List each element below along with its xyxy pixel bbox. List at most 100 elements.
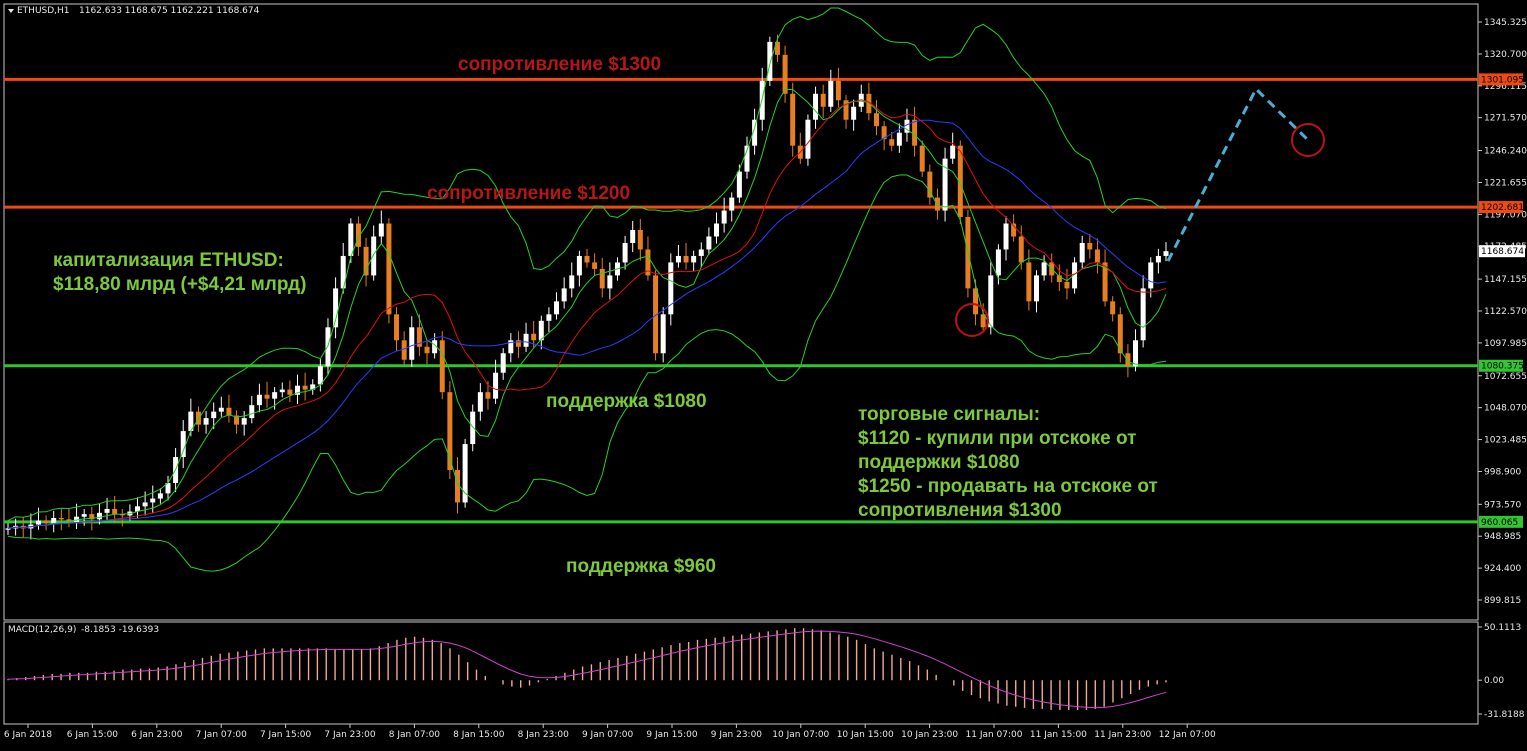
candle-body (226, 407, 232, 416)
y-tick-label: 998.900 (1484, 467, 1521, 477)
candle-body (43, 520, 49, 524)
candle-body (554, 301, 560, 315)
macd-values: -8.1853 -19.6393 (81, 625, 160, 635)
candle-body (241, 418, 247, 425)
candle-body (279, 389, 285, 393)
candle-body (1087, 242, 1093, 250)
candle-body (736, 171, 742, 198)
candle-body (272, 392, 278, 399)
x-tick-label: 11 Jan 15:00 (1030, 730, 1087, 740)
candle-body (889, 139, 895, 146)
candle-body (706, 236, 712, 250)
candle-body (1003, 223, 1009, 250)
signal-1-line-1: $1120 - купили при отскоке от (858, 428, 1137, 449)
y-tick-label: 973.570 (1484, 500, 1521, 510)
candle-body (500, 353, 506, 373)
candle-body (1163, 251, 1169, 256)
candle-body (896, 132, 902, 146)
x-tick-label: 10 Jan 15:00 (837, 730, 894, 740)
candle-body (249, 405, 255, 419)
x-tick-label: 8 Jan 07:00 (389, 730, 441, 740)
chart-window[interactable]: 1345.325 1320.700 1296.115 1271.570 1246.240… (0, 0, 1527, 747)
x-tick-label: 10 Jan 23:00 (901, 730, 958, 740)
level-tag-label: 1301.095 (1481, 75, 1524, 85)
dropdown-arrow-icon (8, 9, 14, 13)
candle-body (51, 518, 57, 524)
candle-body (988, 275, 994, 328)
macd-label: MACD(12,26,9) (8, 625, 77, 635)
candle-body (576, 255, 582, 276)
x-tick-label: 7 Jan 15:00 (260, 730, 312, 740)
candle-body (561, 288, 567, 302)
candle-body (211, 411, 217, 419)
signal-2-line-2: сопротивления $1300 (858, 500, 1062, 521)
candle-body (599, 268, 605, 289)
candle-body (835, 80, 841, 101)
chart-svg[interactable]: 1345.3251320.7001296.1151271.5701246.240… (0, 0, 1527, 747)
candle-body (1064, 281, 1070, 289)
target-circle (1291, 123, 1325, 157)
y-tick-label: 1048.070 (1484, 404, 1527, 414)
y-tick-label: 1097.985 (1484, 339, 1527, 349)
candle-body (569, 275, 575, 289)
resistance-1200-label: сопротивление $1200 (427, 183, 631, 204)
candle-body (493, 372, 499, 399)
candle-body (386, 223, 392, 315)
candle-body (96, 512, 102, 520)
candle-body (714, 223, 720, 237)
y-tick-label: 1246.240 (1484, 147, 1527, 157)
candle-body (698, 249, 704, 256)
support-960-label: поддержка $960 (566, 556, 716, 577)
candle-body (622, 242, 628, 263)
x-tick-label: 7 Jan 23:00 (324, 730, 376, 740)
candle-body (104, 508, 110, 513)
candle-body (592, 262, 598, 269)
candle-body (912, 119, 918, 146)
x-tick-label: 6 Jan 2018 (4, 730, 52, 740)
candle-body (302, 385, 308, 390)
candle-body (1110, 301, 1116, 315)
candle-body (691, 255, 697, 263)
x-tick-label: 9 Jan 07:00 (582, 730, 634, 740)
resistance-1300-label: сопротивление $1300 (458, 54, 662, 75)
candle-body (584, 255, 590, 263)
current-price-label: 1168.674 (1481, 247, 1524, 257)
candle-body (531, 333, 537, 341)
candle-body (157, 493, 163, 499)
candle-body (1018, 236, 1024, 263)
y-tick-label: 1147.155 (1484, 275, 1527, 285)
x-tick-label: 9 Jan 15:00 (646, 730, 698, 740)
candle-body (424, 346, 430, 354)
x-tick-label: 11 Jan 07:00 (966, 730, 1023, 740)
candle-body (218, 407, 224, 412)
level-tag-label: 960.065 (1481, 518, 1518, 528)
candle-body (256, 394, 262, 406)
candle-body (675, 255, 681, 263)
x-tick-label: 6 Jan 15:00 (67, 730, 119, 740)
y-tick-label: 1345.325 (1484, 18, 1527, 28)
capitalization-title: капитализация ETHUSD: (53, 250, 284, 271)
candle-body (35, 520, 41, 525)
candle-body (851, 106, 857, 120)
candle-body (378, 223, 384, 237)
candle-body (683, 255, 689, 263)
level-tag-label: 1080.375 (1481, 362, 1524, 372)
candle-body (820, 93, 826, 107)
candle-body (112, 508, 118, 515)
y-tick-label: 924.400 (1484, 564, 1521, 574)
support-1080-label: поддержка $1080 (546, 391, 707, 412)
x-tick-label: 8 Jan 23:00 (518, 730, 570, 740)
x-tick-label: 12 Jan 07:00 (1159, 730, 1216, 740)
candle-body (934, 197, 940, 211)
candle-body (874, 113, 879, 127)
y-tick-label: 1072.655 (1484, 372, 1527, 382)
candle-body (409, 327, 415, 360)
candle-body (1033, 275, 1039, 302)
x-tick-label: 9 Jan 23:00 (711, 730, 763, 740)
signal-1-line-2: поддержки $1080 (858, 452, 1020, 473)
candle-body (1133, 340, 1139, 367)
candle-body (485, 392, 491, 399)
candle-body (668, 262, 674, 315)
ohlc-values: 1162.633 1168.675 1162.221 1168.674 (79, 6, 260, 16)
y-tick-label: 1122.570 (1484, 307, 1527, 317)
